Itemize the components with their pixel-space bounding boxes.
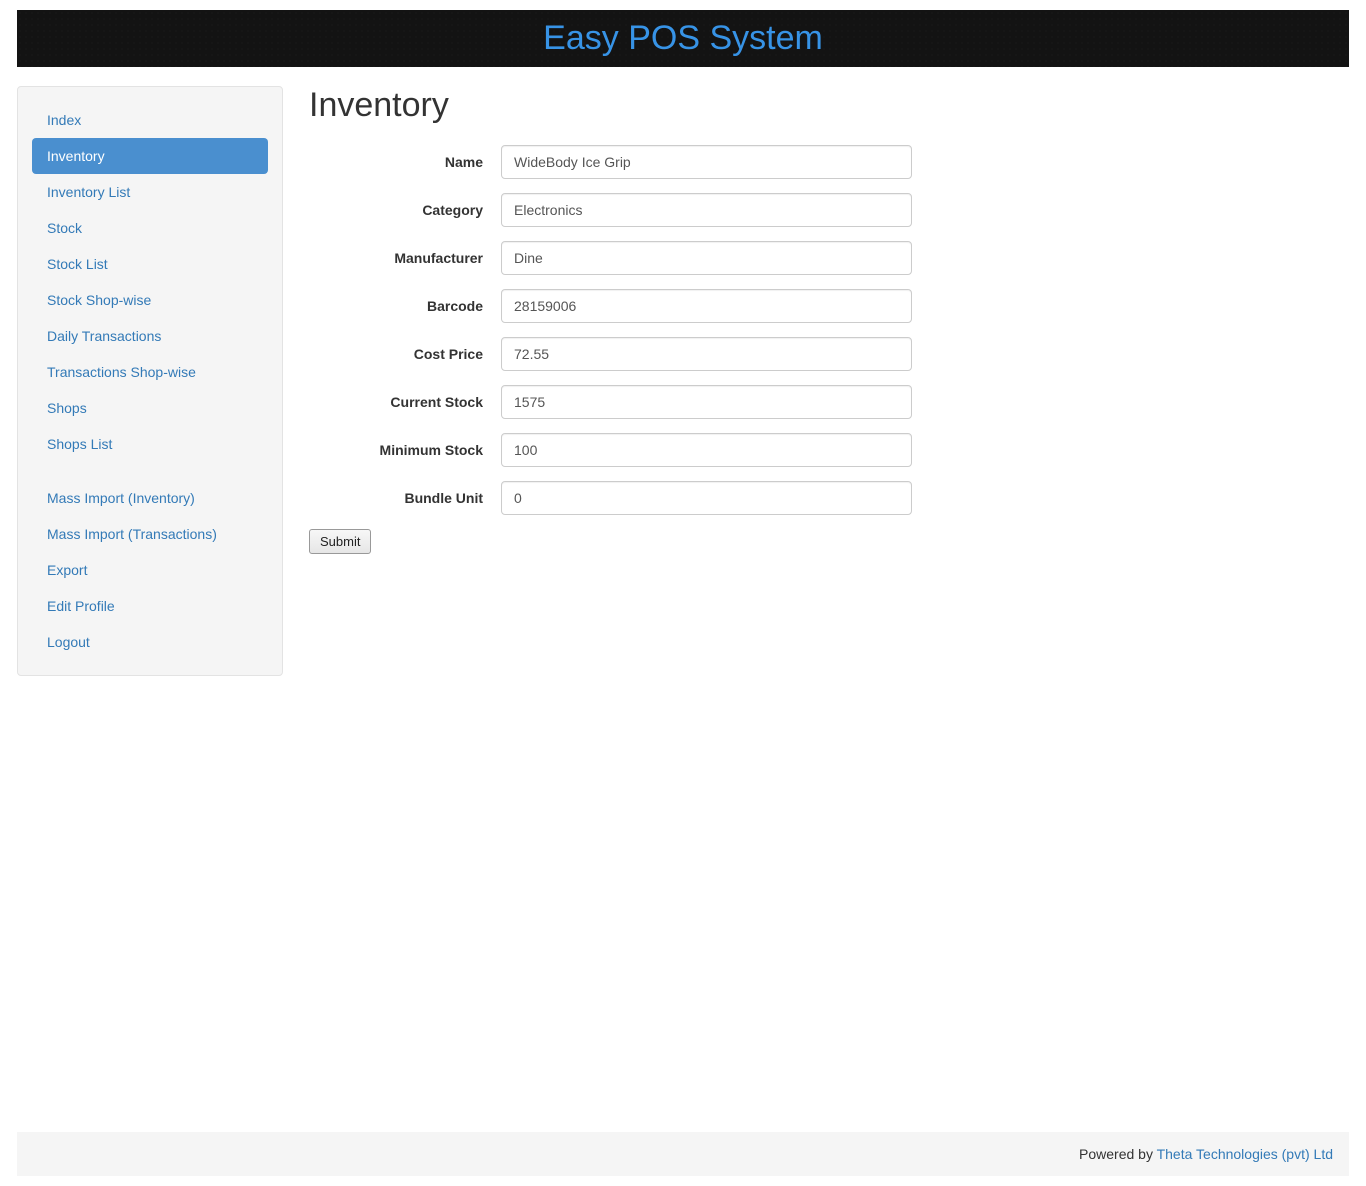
input-name[interactable] — [501, 145, 912, 179]
sidebar-item-stock-shopwise[interactable]: Stock Shop-wise — [32, 282, 268, 318]
label-current-stock: Current Stock — [309, 394, 501, 410]
sidebar-item-mass-import-inventory[interactable]: Mass Import (Inventory) — [32, 480, 268, 516]
sidebar-item-export[interactable]: Export — [32, 552, 268, 588]
sidebar-item-shops[interactable]: Shops — [32, 390, 268, 426]
input-current-stock[interactable] — [501, 385, 912, 419]
input-cost-price[interactable] — [501, 337, 912, 371]
label-minimum-stock: Minimum Stock — [309, 442, 501, 458]
main-content: Inventory Name Category Manufacturer Bar… — [309, 86, 1349, 554]
sidebar-item-inventory-list[interactable]: Inventory List — [32, 174, 268, 210]
sidebar-item-shops-list[interactable]: Shops List — [32, 426, 268, 462]
label-category: Category — [309, 202, 501, 218]
input-bundle-unit[interactable] — [501, 481, 912, 515]
sidebar-group-main: Index Inventory Inventory List Stock Sto… — [32, 102, 268, 462]
input-barcode[interactable] — [501, 289, 912, 323]
input-manufacturer[interactable] — [501, 241, 912, 275]
footer-prefix: Powered by — [1079, 1146, 1157, 1162]
label-cost-price: Cost Price — [309, 346, 501, 362]
app-title: Easy POS System — [543, 19, 823, 58]
sidebar-item-inventory[interactable]: Inventory — [32, 138, 268, 174]
sidebar-item-stock[interactable]: Stock — [32, 210, 268, 246]
sidebar-item-logout[interactable]: Logout — [32, 624, 268, 660]
app-header: Easy POS System — [17, 10, 1349, 67]
footer-link[interactable]: Theta Technologies (pvt) Ltd — [1157, 1146, 1333, 1162]
label-name: Name — [309, 154, 501, 170]
inventory-form: Name Category Manufacturer Barcode Cost … — [309, 145, 1349, 554]
input-minimum-stock[interactable] — [501, 433, 912, 467]
sidebar-item-stock-list[interactable]: Stock List — [32, 246, 268, 282]
submit-button[interactable]: Submit — [309, 529, 371, 554]
label-bundle-unit: Bundle Unit — [309, 490, 501, 506]
sidebar-item-mass-import-transactions[interactable]: Mass Import (Transactions) — [32, 516, 268, 552]
footer: Powered by Theta Technologies (pvt) Ltd — [17, 1132, 1349, 1176]
sidebar-item-daily-transactions[interactable]: Daily Transactions — [32, 318, 268, 354]
sidebar-item-edit-profile[interactable]: Edit Profile — [32, 588, 268, 624]
input-category[interactable] — [501, 193, 912, 227]
sidebar: Index Inventory Inventory List Stock Sto… — [17, 86, 283, 676]
sidebar-item-transactions-shopwise[interactable]: Transactions Shop-wise — [32, 354, 268, 390]
label-barcode: Barcode — [309, 298, 501, 314]
sidebar-item-index[interactable]: Index — [32, 102, 268, 138]
label-manufacturer: Manufacturer — [309, 250, 501, 266]
sidebar-group-tools: Mass Import (Inventory) Mass Import (Tra… — [32, 480, 268, 660]
page-title: Inventory — [309, 86, 1349, 125]
